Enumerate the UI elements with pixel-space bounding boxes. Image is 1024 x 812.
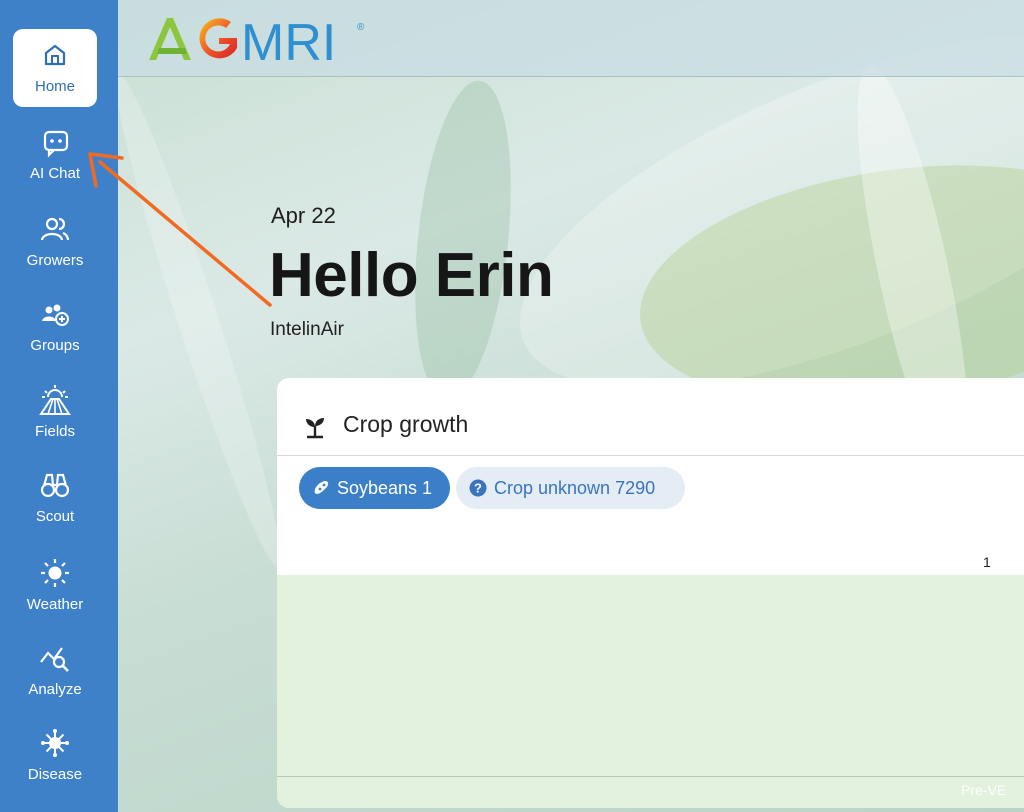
svg-text:?: ? — [474, 481, 482, 496]
sidebar: Home AI Chat Growers Groups Fields Scout… — [0, 0, 118, 812]
sun-icon — [41, 559, 69, 587]
sidebar-item-fields[interactable]: Fields — [13, 374, 97, 452]
chip-label: Soybeans 1 — [337, 477, 433, 498]
binoculars-icon — [40, 473, 70, 498]
growth-stage-label: Pre-VE — [961, 782, 1007, 798]
sidebar-item-label: Fields — [34, 423, 75, 440]
chip-label: Crop unknown 7290 — [494, 477, 656, 498]
home-icon — [44, 44, 66, 66]
sidebar-item-disease[interactable]: Disease — [13, 717, 97, 795]
sidebar-item-groups[interactable]: Groups — [13, 288, 97, 366]
sidebar-item-analyze[interactable]: Analyze — [13, 632, 97, 710]
axis-tick-label: 1 — [983, 554, 991, 570]
crop-chip-soybeans[interactable]: Soybeans 1 — [299, 467, 450, 509]
question-icon: ? — [469, 479, 487, 497]
seedling-icon — [306, 418, 324, 439]
sidebar-item-label: Weather — [26, 596, 84, 613]
svg-text:MRI: MRI — [241, 14, 336, 68]
soybean-icon — [314, 481, 329, 494]
sidebar-item-growers[interactable]: Growers — [13, 203, 97, 281]
sidebar-item-label: Scout — [35, 508, 75, 525]
sidebar-item-label: AI Chat — [29, 165, 81, 182]
sidebar-item-scout[interactable]: Scout — [13, 459, 97, 537]
sidebar-item-weather[interactable]: Weather — [13, 547, 97, 625]
sidebar-item-label: Groups — [30, 337, 80, 354]
sidebar-item-label: Disease — [27, 766, 83, 783]
fields-icon — [39, 385, 71, 415]
crop-growth-card: Crop growth Soybeans 1 ? Crop unknown 72… — [277, 378, 1024, 808]
chat-icon — [43, 130, 69, 158]
growth-plot-area — [277, 575, 1024, 808]
sidebar-item-label: Analyze — [28, 681, 82, 698]
sidebar-item-label: Home — [34, 78, 75, 95]
groups-icon — [42, 304, 69, 326]
sidebar-item-home[interactable]: Home — [13, 29, 97, 107]
disease-icon — [41, 729, 69, 757]
organization-name: IntelinAir — [270, 319, 344, 340]
plot-baseline — [277, 776, 1024, 777]
growers-icon — [40, 217, 70, 241]
sidebar-item-label: Growers — [26, 252, 84, 269]
card-header: Crop growth — [277, 378, 1024, 456]
crop-chip-unknown[interactable]: ? Crop unknown 7290 — [456, 467, 685, 509]
analyze-icon — [40, 647, 69, 672]
date-label: Apr 22 — [271, 203, 336, 228]
card-title: Crop growth — [343, 411, 469, 437]
greeting-heading: Hello Erin — [269, 241, 554, 310]
svg-text:®: ® — [357, 22, 365, 33]
agmri-logo: MRI ® — [149, 14, 365, 68]
sidebar-item-ai-chat[interactable]: AI Chat — [13, 116, 97, 194]
